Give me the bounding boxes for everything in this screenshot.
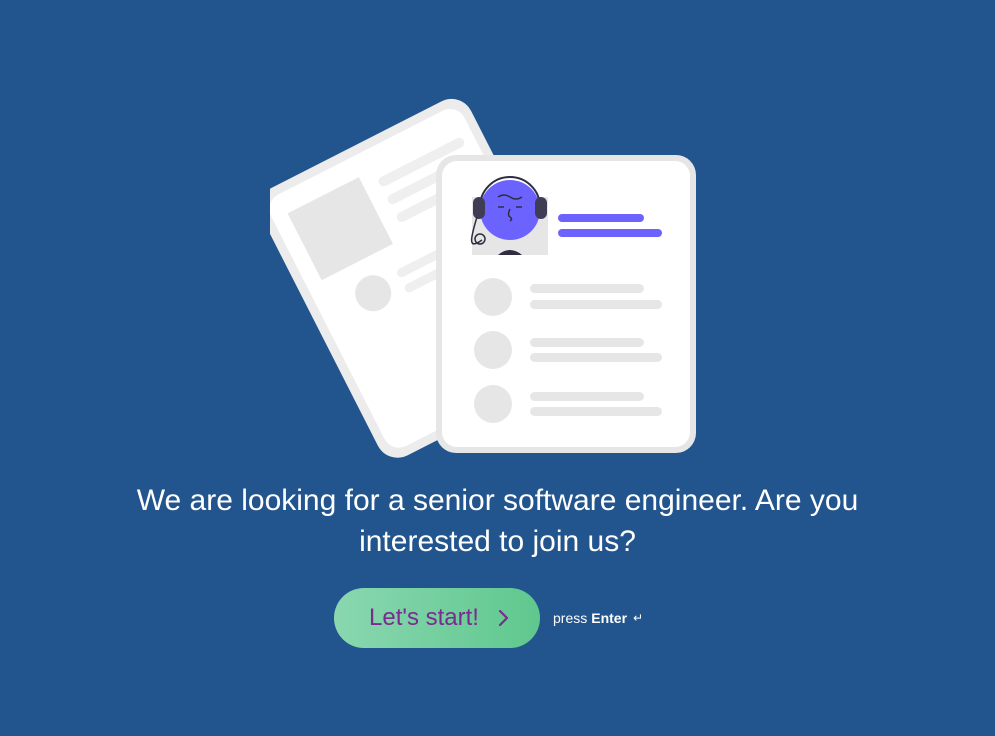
enter-hint: press Enter ↵ bbox=[553, 610, 643, 626]
question-text: We are looking for a senior software eng… bbox=[136, 484, 859, 558]
start-button-label: Let's start! bbox=[369, 604, 479, 631]
start-row: Let's start! press Enter ↵ bbox=[334, 588, 643, 648]
front-paper bbox=[436, 155, 696, 453]
enter-key-icon: ↵ bbox=[633, 611, 644, 625]
resume-illustration bbox=[270, 98, 696, 458]
hint-prefix: press bbox=[553, 610, 588, 626]
start-button[interactable]: Let's start! bbox=[334, 588, 540, 648]
page: We are looking for a senior software eng… bbox=[0, 0, 995, 736]
hint-key: Enter bbox=[591, 610, 628, 626]
chevron-right-icon bbox=[497, 609, 511, 627]
